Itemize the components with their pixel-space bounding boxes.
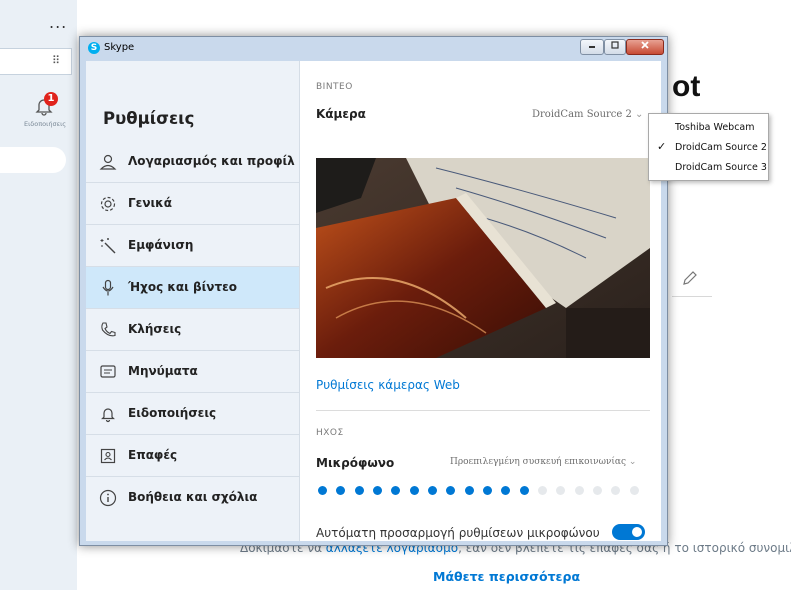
microphone-select-value: Προεπιλεγμένη συσκευή επικοινωνίας xyxy=(450,457,627,467)
camera-dropdown-menu: ✓ Toshiba Webcam DroidCam Source 2 Droid… xyxy=(648,113,769,181)
sidebar-item-label: Ειδοποιήσεις xyxy=(128,406,217,420)
settings-title: Ρυθμίσεις xyxy=(103,109,195,128)
mic-level-dot-inactive xyxy=(593,486,602,495)
learn-more-link[interactable]: Μάθετε περισσότερα xyxy=(433,569,580,584)
sidebar-item-label: Εμφάνιση xyxy=(128,238,194,252)
info-icon xyxy=(99,489,117,507)
mic-level-dot-inactive xyxy=(556,486,566,495)
sidebar-item-label: Βοήθεια και σχόλια xyxy=(128,490,258,504)
sidebar-item-help[interactable]: Βοήθεια και σχόλια xyxy=(86,477,299,519)
sidebar-item-label: Κλήσεις xyxy=(128,322,182,336)
webcam-settings-link[interactable]: Ρυθμίσεις κάμερας Web xyxy=(316,378,460,392)
mic-level-dot-active xyxy=(318,486,327,495)
auto-adjust-mic-label: Αυτόματη προσαρμογή ρυθμίσεων μικροφώνου xyxy=(316,526,600,540)
page-title-fragment: ot xyxy=(672,70,701,103)
sidebar-item-general[interactable]: Γενικά xyxy=(86,183,299,225)
minimize-button[interactable] xyxy=(580,39,604,55)
title-bar[interactable]: S Skype xyxy=(80,37,667,61)
mic-level-dot-inactive xyxy=(574,486,584,495)
edit-pencil-icon[interactable] xyxy=(680,268,700,288)
sidebar-item-calls[interactable]: Κλήσεις xyxy=(86,309,299,351)
dialog-client-area: Ρυθμίσεις Λογαριασμός και προφίλ Γενικά … xyxy=(86,61,661,541)
search-pill[interactable] xyxy=(0,147,66,173)
sidebar-item-label: Λογαριασμός και προφίλ xyxy=(128,154,295,168)
settings-sidebar: Ρυθμίσεις Λογαριασμός και προφίλ Γενικά … xyxy=(86,61,300,541)
divider xyxy=(672,296,712,297)
sidebar-item-messages[interactable]: Μηνύματα xyxy=(86,351,299,393)
skype-logo-icon: S xyxy=(88,42,100,54)
minimize-icon xyxy=(589,46,595,48)
video-section-label: ΒΙΝΤΕΟ xyxy=(316,82,353,92)
sidebar-item-notifications[interactable]: Ειδοποιήσεις xyxy=(86,393,299,435)
maximize-icon xyxy=(611,41,619,49)
mic-level-dot-active xyxy=(519,486,529,495)
divider xyxy=(316,410,650,411)
mic-level-dot-active xyxy=(391,486,401,495)
contacts-icon xyxy=(100,448,116,464)
main-left-rail: ... ⠿ 1 Ειδοποιήσεις xyxy=(0,0,77,590)
bell-icon xyxy=(101,408,115,423)
mic-level-dot-active xyxy=(446,486,456,495)
sidebar-item-label: Ήχος και βίντεο xyxy=(128,280,238,294)
sidebar-item-label: Γενικά xyxy=(128,196,172,210)
phone-icon xyxy=(101,322,116,337)
sidebar-item-label: Επαφές xyxy=(128,448,178,462)
maximize-button[interactable] xyxy=(604,39,626,55)
mic-level-dot-active xyxy=(464,486,474,495)
mic-level-dot-inactive xyxy=(538,486,547,495)
mic-level-dot-active xyxy=(428,486,437,495)
magic-wand-icon xyxy=(100,238,116,254)
mic-level-dot-active xyxy=(354,486,364,495)
gear-icon xyxy=(100,196,116,212)
close-icon xyxy=(641,41,649,49)
sidebar-item-label: Μηνύματα xyxy=(128,364,198,378)
close-button[interactable] xyxy=(626,39,664,55)
camera-label: Κάμερα xyxy=(316,107,366,121)
microphone-icon xyxy=(102,279,114,296)
sidebar-item-contacts[interactable]: Επαφές xyxy=(86,435,299,477)
settings-content: ΒΙΝΤΕΟ Κάμερα DroidCam Source 2 ⌄ Ρυθμίσ… xyxy=(300,61,661,541)
mic-level-dot-active xyxy=(483,486,492,495)
camera-preview xyxy=(316,158,650,358)
sidebar-item-appearance[interactable]: Εμφάνιση xyxy=(86,225,299,267)
mic-level-dot-inactive xyxy=(629,486,639,495)
toggle-knob xyxy=(632,527,642,537)
mic-level-dot-active xyxy=(409,486,419,495)
notification-count-badge: 1 xyxy=(44,92,58,106)
message-icon xyxy=(100,365,116,378)
camera-select-value: DroidCam Source 2 xyxy=(532,109,632,120)
search-box[interactable] xyxy=(0,48,72,75)
sidebar-item-account[interactable]: Λογαριασμός και προφίλ xyxy=(86,141,299,183)
camera-option[interactable]: DroidCam Source 3 xyxy=(675,162,767,173)
more-options-button[interactable]: ... xyxy=(49,13,67,32)
sidebar-item-audio-video[interactable]: Ήχος και βίντεο xyxy=(86,267,299,309)
auto-adjust-mic-toggle[interactable] xyxy=(612,524,645,540)
settings-dialog: S Skype Ρυθμίσεις Λογαριασμός και προφίλ… xyxy=(79,36,668,546)
mic-level-dot-active xyxy=(501,486,511,495)
check-icon: ✓ xyxy=(657,140,667,153)
camera-option[interactable]: DroidCam Source 2 xyxy=(675,142,767,153)
audio-section-label: ΗΧΟΣ xyxy=(316,428,344,438)
window-title: Skype xyxy=(104,42,135,53)
dialpad-icon[interactable]: ⠿ xyxy=(52,54,60,67)
camera-option[interactable]: Toshiba Webcam xyxy=(675,122,755,133)
mic-level-dot-active xyxy=(373,486,382,495)
mic-level-dot-inactive xyxy=(611,486,621,495)
person-icon xyxy=(99,154,117,170)
chevron-down-icon: ⌄ xyxy=(628,457,637,467)
mic-level-dot-active xyxy=(336,486,346,495)
camera-select[interactable]: DroidCam Source 2 ⌄ xyxy=(532,109,643,120)
microphone-label: Μικρόφωνο xyxy=(316,456,395,470)
notifications-label: Ειδοποιήσεις xyxy=(24,120,67,128)
chevron-down-icon: ⌄ xyxy=(635,109,644,120)
microphone-select[interactable]: Προεπιλεγμένη συσκευή επικοινωνίας ⌄ xyxy=(450,457,636,467)
